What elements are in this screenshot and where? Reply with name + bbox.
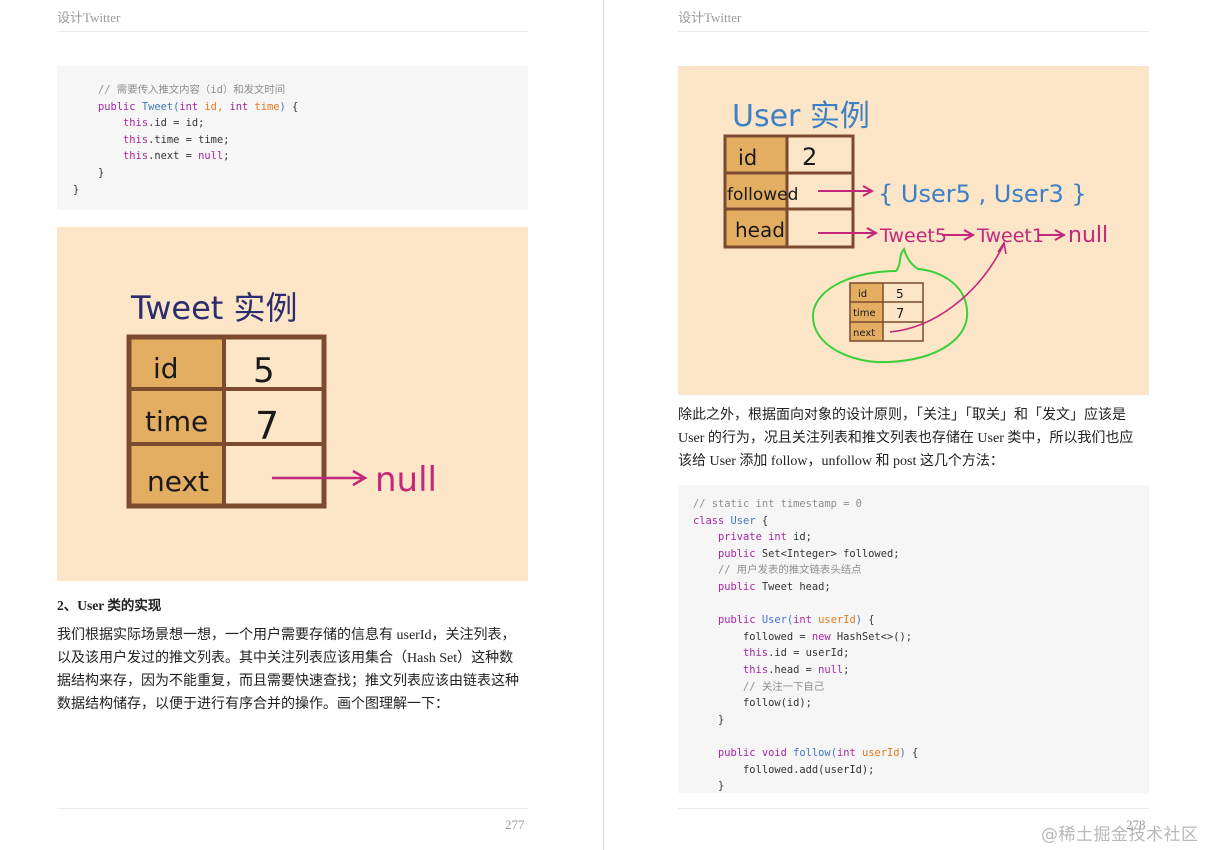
right-page: 设计Twitter User 实例 id 2 followed head { U… xyxy=(604,0,1207,850)
paragraph-line: 以及该用户发过的推文列表。其中关注列表应该用集合（Hash Set）这种数 xyxy=(57,651,514,666)
footer-rule xyxy=(57,808,528,809)
mini-key-time: time xyxy=(853,308,876,319)
code-line: // 关注一下自己 xyxy=(743,680,825,693)
figure-title: Tweet 实例 xyxy=(130,289,298,327)
paragraph-line: 除此之外，根据面向对象的设计原则，「关注」「取关」和「发文」应该是 xyxy=(678,408,1126,423)
tweet5-detail-bubble xyxy=(811,246,969,364)
user-instance-figure: User 实例 id 2 followed head { User5 , Use… xyxy=(678,66,1149,395)
code-block-user-class: // static int timestamp = 0 class User { … xyxy=(678,485,1149,793)
paragraph-line: 该给 User 添加 follow，unfollow 和 post 这几个方法： xyxy=(678,454,1004,469)
mini-value-time: 7 xyxy=(896,307,904,322)
paragraph-line: 数据结构储存，以便于进行有序合并的操作。画个图理解一下： xyxy=(57,697,449,712)
null-label: null xyxy=(375,460,437,500)
code-line: this.time = time; xyxy=(123,133,230,146)
followed-set: { User5 , User3 } xyxy=(878,180,1087,208)
code-line: this.next = null; xyxy=(123,150,230,163)
page-number: 277 xyxy=(505,817,525,832)
code-line: public Tweet head; xyxy=(718,580,831,593)
code-line: // 用户发表的推文链表头结点 xyxy=(718,564,862,577)
mini-key-id: id xyxy=(858,289,867,300)
paragraph-line: 据结构来存，因为不能重复，而且需要快速查找；推文列表应该由链表这种 xyxy=(57,674,519,689)
cell-key-time: time xyxy=(145,405,208,438)
code-line: public Tweet(int id, int time) { xyxy=(98,100,299,113)
cell-value-id: 2 xyxy=(802,143,817,171)
paragraph-line: 我们根据实际场景想一想，一个用户需要存储的信息有 userId，关注列表， xyxy=(57,628,516,643)
tweet-instance-figure: Tweet 实例 id 5 time 7 next null xyxy=(57,227,528,581)
cell-key-id: id xyxy=(153,352,179,385)
tweet5-label: Tweet5 xyxy=(879,225,947,247)
code-line: // static int timestamp = 0 xyxy=(693,498,862,510)
code-line: public User(int userId) { xyxy=(718,614,875,627)
figure-title: User 实例 xyxy=(732,99,870,134)
code-line: public void follow(int userId) { xyxy=(718,746,919,759)
left-page: 设计Twitter // 需要传入推文内容（id）和发文时间 public Tw… xyxy=(0,0,603,850)
code-line: class User { xyxy=(693,514,769,527)
footer-rule xyxy=(678,808,1149,809)
cell-key-followed: followed xyxy=(727,185,798,205)
code-line: followed.add(userId); xyxy=(693,763,875,776)
cell-value-id: 5 xyxy=(253,351,275,391)
mini-value-id: 5 xyxy=(896,287,904,301)
null-label: null xyxy=(1068,223,1108,248)
page-header: 设计Twitter xyxy=(57,10,121,25)
code-line: // 需要传入推文内容（id）和发文时间 xyxy=(98,84,286,96)
page-header: 设计Twitter xyxy=(678,10,742,25)
cell-key-id: id xyxy=(738,146,757,170)
header-rule xyxy=(678,31,1149,32)
section-heading: 2、User 类的实现 xyxy=(57,598,162,613)
paragraph-line: User 的行为，况且关注列表和推文列表也存储在 User 类中，所以我们也应 xyxy=(678,431,1134,446)
code-line: this.id = userId; xyxy=(743,647,850,660)
code-line: } xyxy=(73,183,80,196)
code-line: this.head = null; xyxy=(743,663,850,676)
code-line: public Set<Integer> followed; xyxy=(718,547,900,560)
code-line: this.id = id; xyxy=(123,117,205,130)
header-rule xyxy=(57,31,528,32)
cell-key-next: next xyxy=(147,465,209,498)
code-line: } xyxy=(693,780,725,793)
code-line: private int id; xyxy=(718,531,812,544)
code-line: } xyxy=(693,713,725,726)
mini-key-next: next xyxy=(853,328,875,339)
body-paragraph: 除此之外，根据面向对象的设计原则，「关注」「取关」和「发文」应该是 User 的… xyxy=(678,404,1158,473)
cell-value-time: 7 xyxy=(255,404,279,448)
code-line: } xyxy=(73,166,105,179)
tweet1-label: Tweet1 xyxy=(976,225,1044,247)
code-block-tweet-constructor: // 需要传入推文内容（id）和发文时间 public Tweet(int id… xyxy=(57,66,528,210)
body-paragraph: 我们根据实际场景想一想，一个用户需要存储的信息有 userId，关注列表， 以及… xyxy=(57,624,532,716)
code-line: follow(id); xyxy=(693,697,812,710)
code-line: followed = new HashSet<>(); xyxy=(693,630,912,643)
watermark: @稀土掘金技术社区 xyxy=(1041,825,1199,845)
cell-key-head: head xyxy=(735,218,785,242)
